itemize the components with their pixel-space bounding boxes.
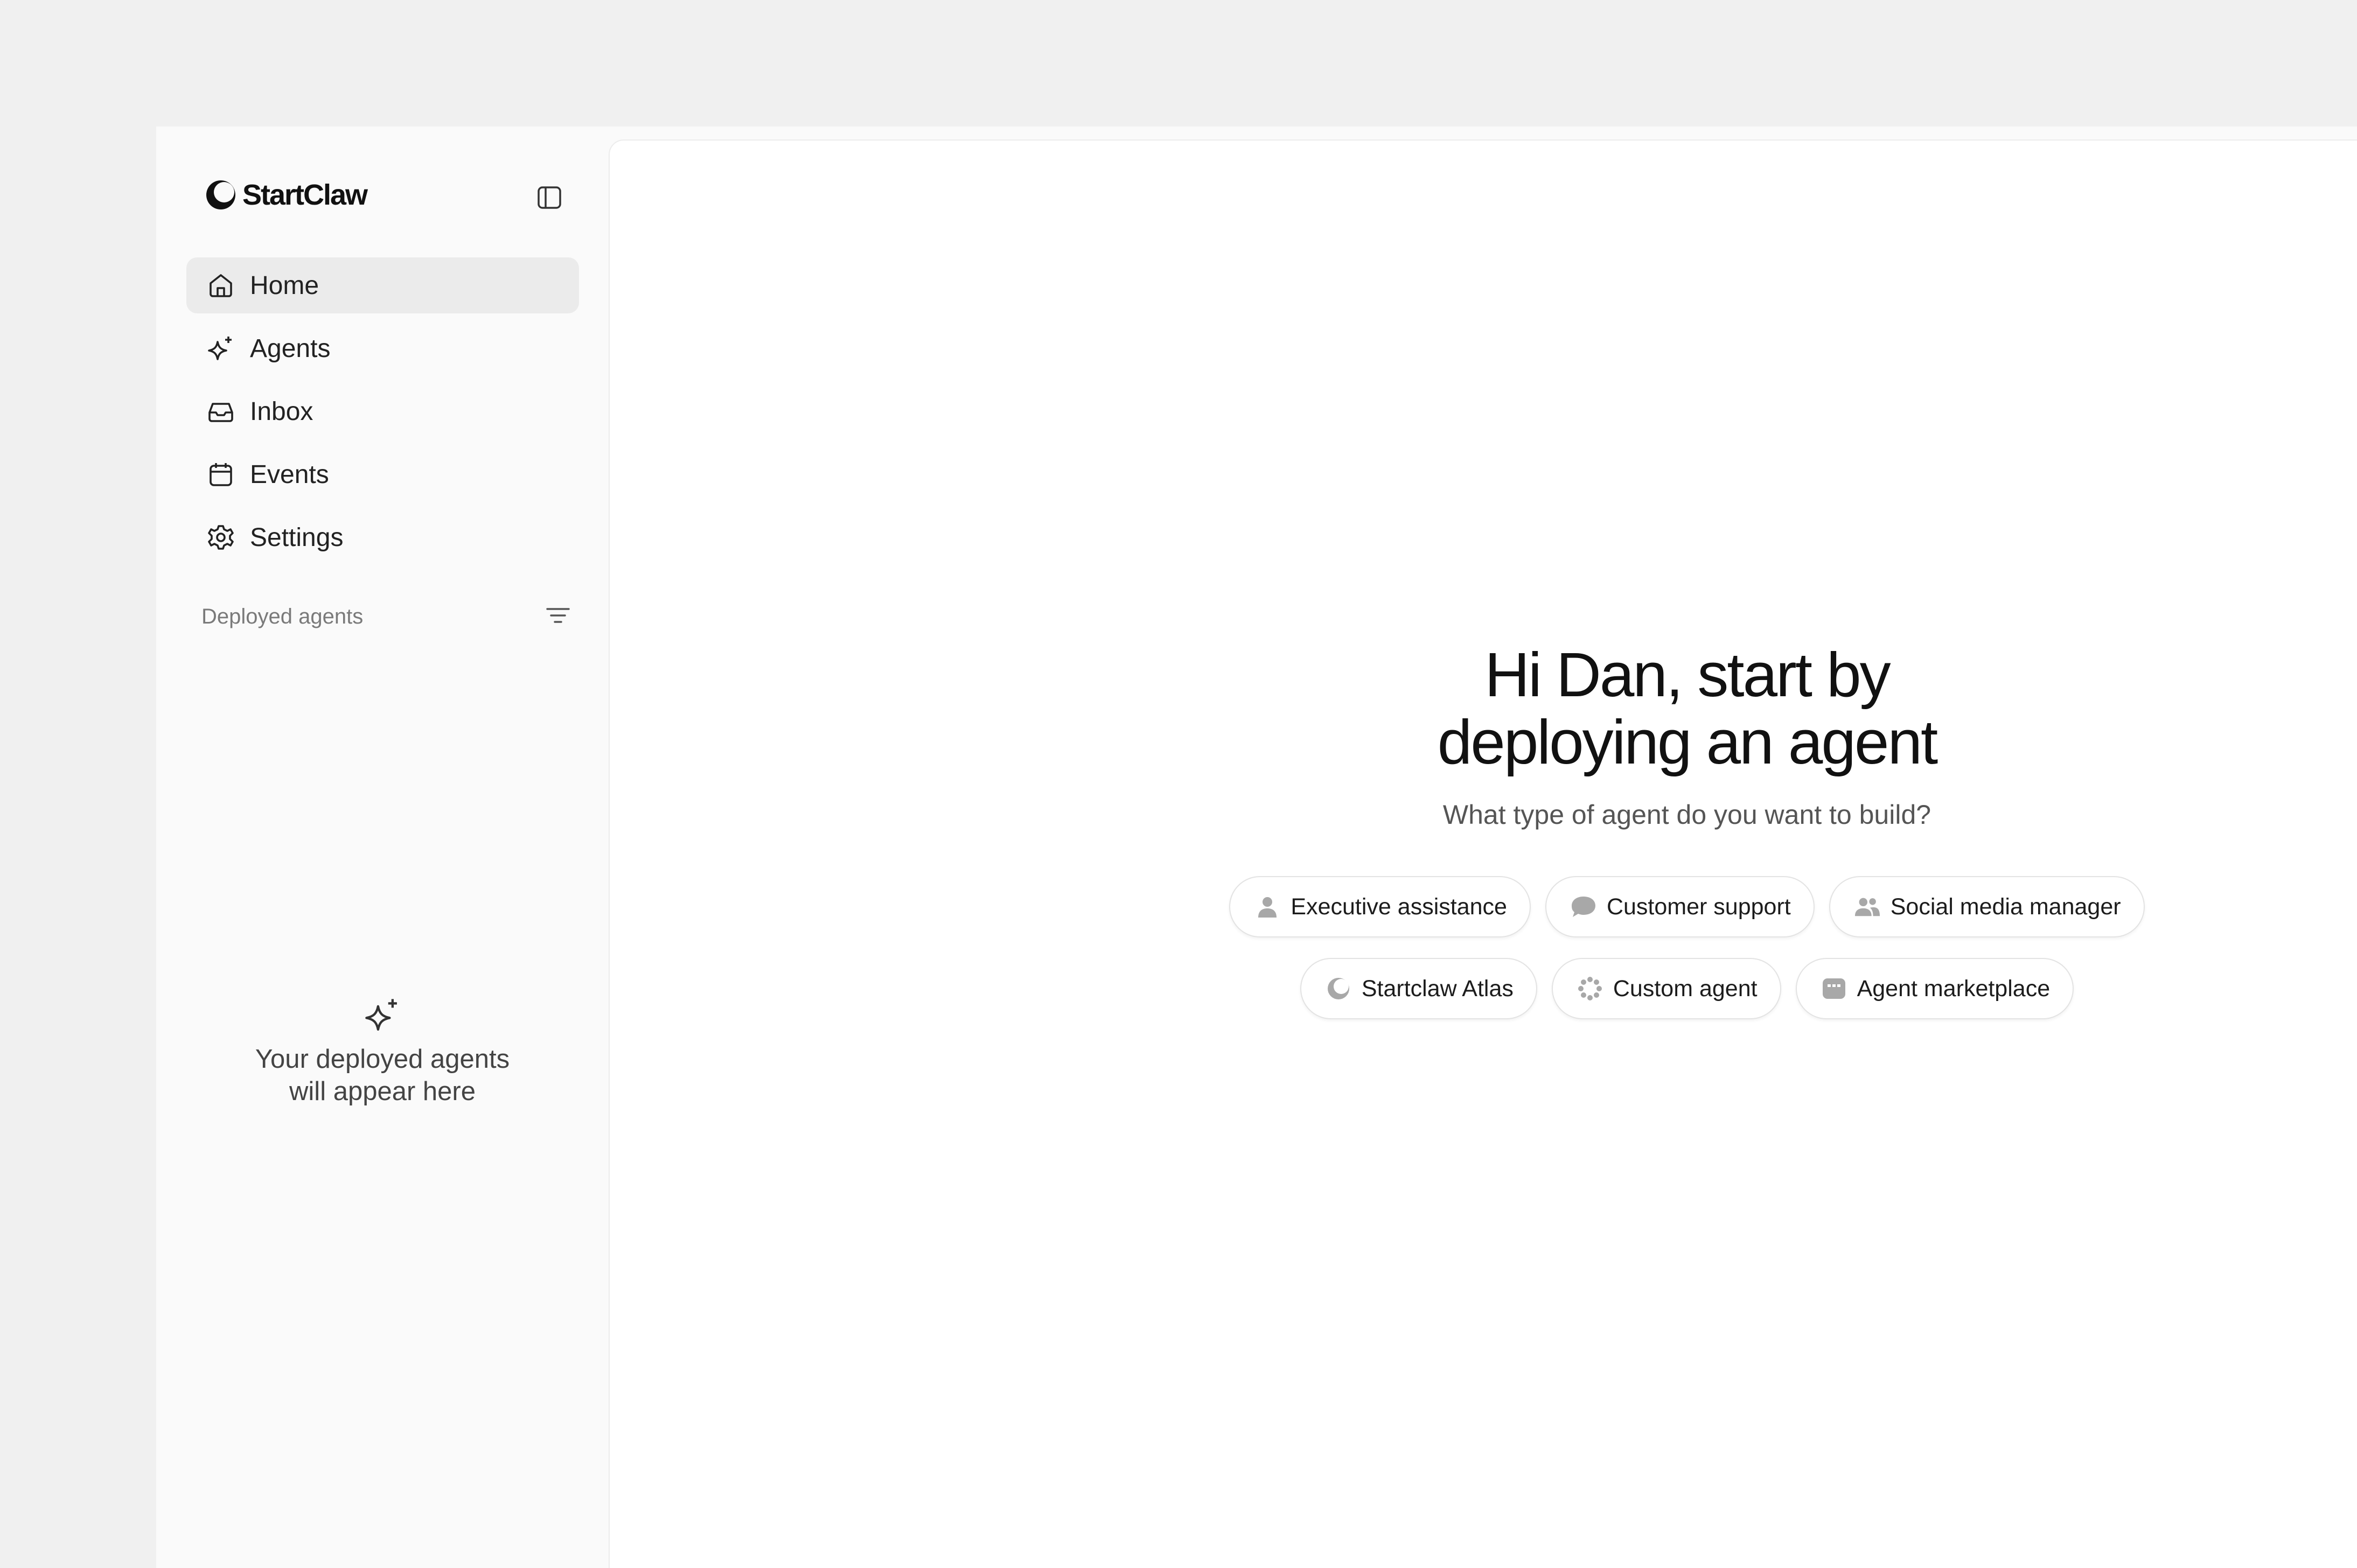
filter-icon — [545, 603, 571, 631]
calendar-icon — [206, 459, 236, 489]
chat-bubble-icon — [1570, 893, 1597, 920]
option-label: Custom agent — [1613, 975, 1758, 1002]
option-social-media-manager[interactable]: Social media manager — [1829, 876, 2145, 937]
agent-type-options-row2: Startclaw Atlas Custom agent Agent marke… — [1148, 958, 2226, 1019]
inbox-icon — [206, 396, 236, 426]
option-label: Customer support — [1606, 893, 1791, 920]
nav-item-agents[interactable]: Agents — [186, 320, 579, 376]
nav-item-home[interactable]: Home — [186, 257, 579, 313]
empty-state-line2: will appear here — [289, 1077, 476, 1106]
empty-state-text: Your deployed agents will appear here — [156, 1043, 609, 1108]
option-label: Agent marketplace — [1857, 975, 2051, 1002]
page-subtitle: What type of agent do you want to build? — [1442, 800, 1931, 830]
option-customer-support[interactable]: Customer support — [1545, 876, 1815, 937]
dots-circle-icon — [1577, 975, 1603, 1002]
primary-nav: Home Agents Inbox Events Settings — [186, 257, 579, 572]
nav-label: Events — [250, 460, 329, 489]
title-line1: Hi Dan, start by — [1484, 640, 1891, 710]
page-title: Hi Dan, start by deploying an agent — [1296, 641, 2077, 776]
nav-item-settings[interactable]: Settings — [186, 509, 579, 565]
brand-name: StartClaw — [242, 179, 368, 211]
sidebar-toggle-button[interactable] — [533, 183, 566, 215]
empty-state-line1: Your deployed agents — [255, 1045, 510, 1074]
option-executive-assistance[interactable]: Executive assistance — [1229, 876, 1531, 937]
nav-item-events[interactable]: Events — [186, 446, 579, 502]
title-line2: deploying an agent — [1437, 707, 1938, 777]
gear-icon — [206, 522, 236, 552]
app-window: StartClaw Home Agents Inbox Events Setti… — [156, 127, 2357, 1568]
sparkle-icon — [206, 333, 236, 363]
agent-type-options-row1: Executive assistance Customer support So… — [1148, 876, 2226, 937]
nav-label: Inbox — [250, 397, 313, 426]
nav-label: Home — [250, 271, 319, 300]
option-label: Startclaw Atlas — [1361, 975, 1514, 1002]
deployed-agents-header: Deployed agents — [201, 601, 573, 632]
startclaw-logo-icon — [205, 179, 237, 211]
option-agent-marketplace[interactable]: Agent marketplace — [1795, 958, 2074, 1019]
nav-label: Agents — [250, 334, 331, 363]
sparkle-icon — [364, 996, 401, 1037]
users-icon — [1854, 893, 1881, 920]
main-panel: Hi Dan, start by deploying an agent What… — [609, 139, 2357, 1568]
option-label: Executive assistance — [1291, 893, 1507, 920]
brand[interactable]: StartClaw — [205, 178, 368, 212]
nav-label: Settings — [250, 523, 344, 552]
startclaw-logo-icon — [1325, 975, 1352, 1002]
section-title: Deployed agents — [201, 604, 364, 628]
option-label: Social media manager — [1890, 893, 2121, 920]
nav-item-inbox[interactable]: Inbox — [186, 383, 579, 439]
filter-button[interactable] — [543, 601, 573, 632]
empty-state: Your deployed agents will appear here — [156, 996, 609, 1108]
option-startclaw-atlas[interactable]: Startclaw Atlas — [1300, 958, 1537, 1019]
home-icon — [206, 270, 236, 300]
person-icon — [1254, 893, 1281, 920]
sidebar-toggle-icon — [536, 184, 563, 214]
store-icon — [1821, 975, 1847, 1002]
option-custom-agent[interactable]: Custom agent — [1551, 958, 1781, 1019]
sidebar: StartClaw Home Agents Inbox Events Setti… — [156, 127, 609, 1568]
